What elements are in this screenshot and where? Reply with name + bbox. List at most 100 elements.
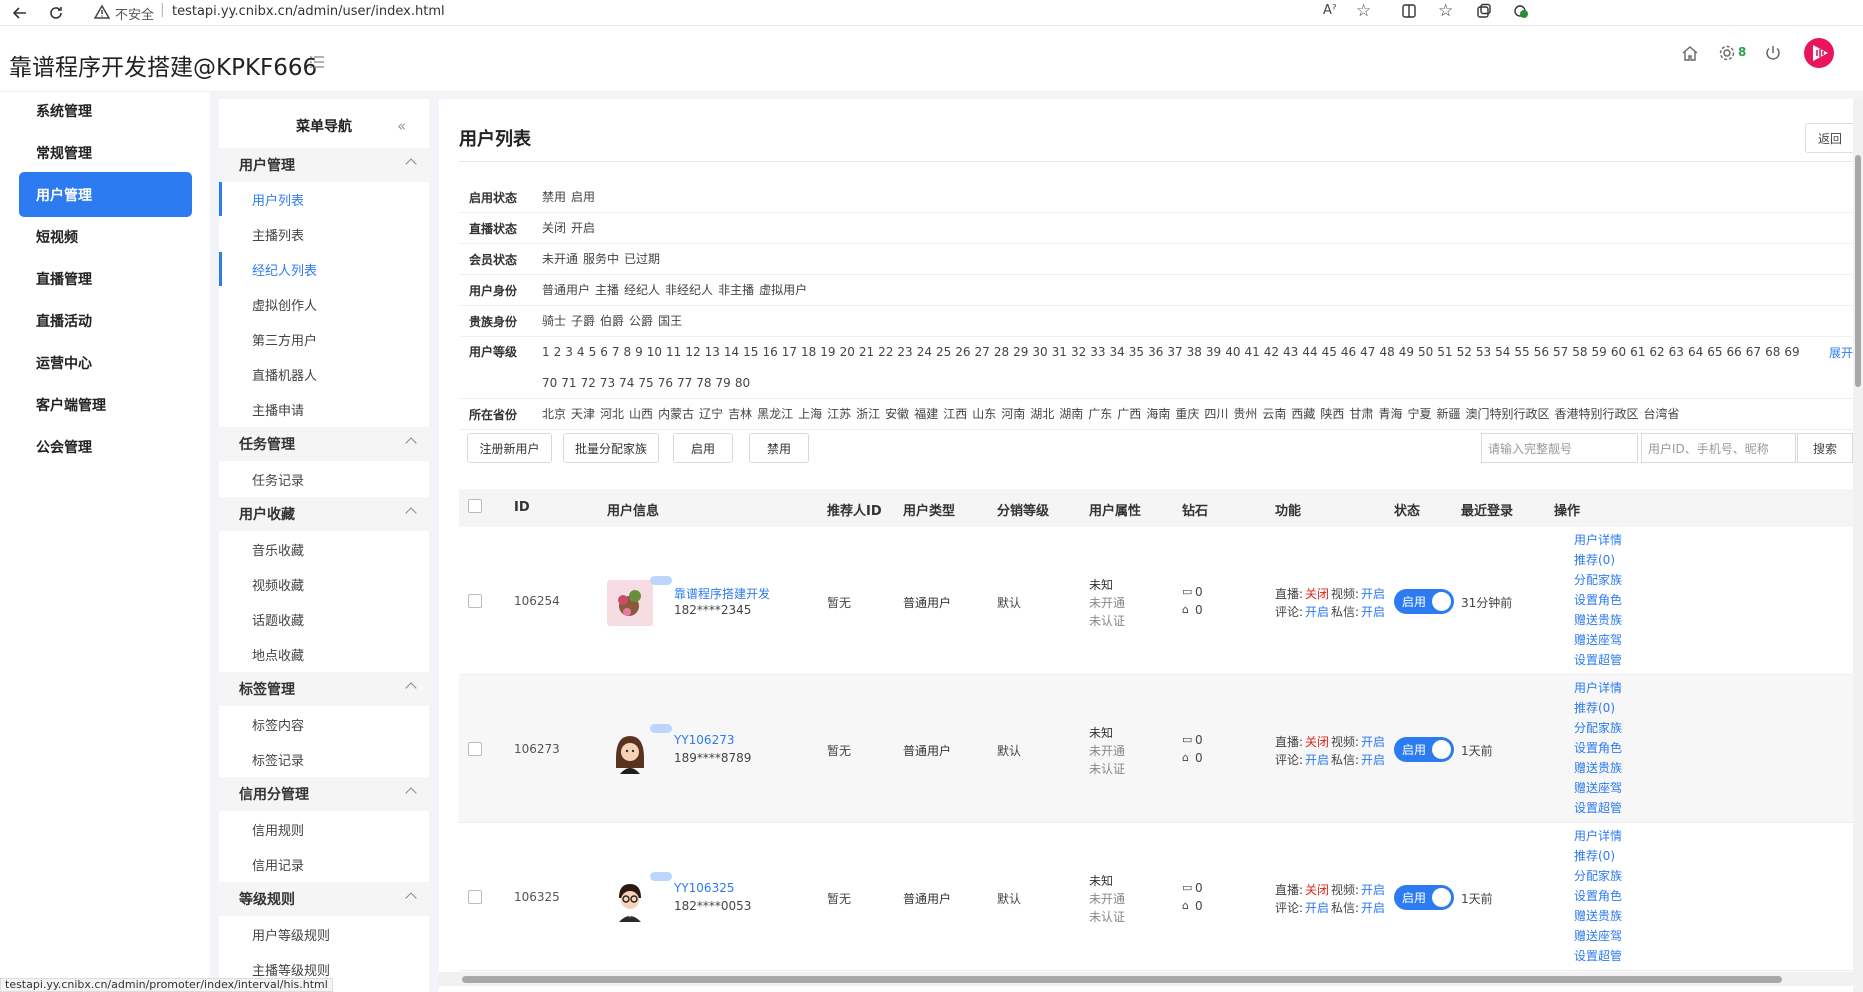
filter-option[interactable]: 公爵: [629, 306, 653, 337]
filter-option[interactable]: 主播: [595, 275, 619, 306]
filter-option[interactable]: 贵州: [1233, 399, 1257, 430]
filter-option[interactable]: 海南: [1146, 399, 1170, 430]
filter-option[interactable]: 13: [705, 337, 720, 368]
filter-option[interactable]: 37: [1167, 337, 1182, 368]
split-screen-icon[interactable]: [1401, 3, 1417, 23]
filter-option[interactable]: 50: [1418, 337, 1433, 368]
filter-option[interactable]: 广东: [1088, 399, 1112, 430]
filter-option[interactable]: 已过期: [624, 244, 660, 275]
op-set-super-admin[interactable]: 设置超管: [1574, 650, 1622, 670]
filter-option[interactable]: 江西: [943, 399, 967, 430]
op-set-role[interactable]: 设置角色: [1574, 738, 1622, 758]
row-checkbox[interactable]: [468, 742, 482, 756]
filter-option[interactable]: 66: [1727, 337, 1742, 368]
op-user-detail[interactable]: 用户详情: [1574, 530, 1622, 550]
account-search-input[interactable]: 请输入完整靓号: [1481, 433, 1638, 463]
filter-option[interactable]: 64: [1688, 337, 1703, 368]
filter-option[interactable]: 43: [1283, 337, 1298, 368]
submenu-item-third-party[interactable]: 第三方用户: [219, 322, 429, 356]
filter-option[interactable]: 伯爵: [600, 306, 624, 337]
op-gift-vehicle[interactable]: 赠送座驾: [1574, 630, 1622, 650]
vertical-scroll-thumb[interactable]: [1855, 155, 1861, 387]
live-toggle-link[interactable]: 关闭: [1305, 733, 1329, 750]
filter-option[interactable]: 33: [1090, 337, 1105, 368]
filter-option[interactable]: 云南: [1262, 399, 1286, 430]
filter-option[interactable]: 子爵: [571, 306, 595, 337]
filter-option[interactable]: 62: [1649, 337, 1664, 368]
filter-option[interactable]: 31: [1052, 337, 1067, 368]
filter-option[interactable]: 河北: [600, 399, 624, 430]
filter-option[interactable]: 58: [1572, 337, 1587, 368]
avatar[interactable]: [607, 728, 653, 774]
filter-option[interactable]: 21: [859, 337, 874, 368]
filter-option[interactable]: 禁用: [542, 182, 566, 213]
filter-option[interactable]: 69: [1784, 337, 1799, 368]
op-set-role[interactable]: 设置角色: [1574, 590, 1622, 610]
filter-option[interactable]: 骑士: [542, 306, 566, 337]
filter-option[interactable]: 71: [561, 368, 576, 399]
filter-option[interactable]: 20: [840, 337, 855, 368]
submenu-item-tag-content[interactable]: 标签内容: [219, 707, 429, 741]
submenu-item-music-fav[interactable]: 音乐收藏: [219, 532, 429, 566]
filter-option[interactable]: 15: [743, 337, 758, 368]
filter-option[interactable]: 57: [1553, 337, 1568, 368]
filter-option[interactable]: 63: [1669, 337, 1684, 368]
filter-option[interactable]: 天津: [571, 399, 595, 430]
disable-button[interactable]: 禁用: [749, 433, 809, 463]
filter-option[interactable]: 6: [600, 337, 608, 368]
op-referral[interactable]: 推荐(0): [1574, 846, 1622, 866]
filter-option[interactable]: 14: [724, 337, 739, 368]
submenu-item-anchor-list[interactable]: 主播列表: [219, 217, 429, 251]
power-icon[interactable]: [1764, 44, 1782, 66]
back-arrow-icon[interactable]: [10, 3, 30, 23]
submenu-item-place-fav[interactable]: 地点收藏: [219, 637, 429, 671]
filter-option[interactable]: 32: [1071, 337, 1086, 368]
filter-option[interactable]: 内蒙古: [658, 399, 694, 430]
filter-option[interactable]: 56: [1534, 337, 1549, 368]
filter-option[interactable]: 60: [1611, 337, 1626, 368]
nav-item-system[interactable]: 系统管理: [19, 88, 192, 133]
filter-option[interactable]: 非主播: [718, 275, 754, 306]
op-gift-vehicle[interactable]: 赠送座驾: [1574, 778, 1622, 798]
filter-option[interactable]: 虚拟用户: [759, 275, 807, 306]
filter-option[interactable]: 青海: [1378, 399, 1402, 430]
nav-item-operations[interactable]: 运营中心: [19, 340, 192, 385]
filter-option[interactable]: 34: [1110, 337, 1125, 368]
row-checkbox[interactable]: [468, 594, 482, 608]
submenu-item-user-level[interactable]: 用户等级规则: [219, 917, 429, 951]
filter-option[interactable]: 辽宁: [699, 399, 723, 430]
horizontal-scroll-thumb[interactable]: [462, 976, 1782, 983]
filter-option[interactable]: 41: [1244, 337, 1259, 368]
enable-button[interactable]: 启用: [673, 433, 733, 463]
filter-option[interactable]: 未开通: [542, 244, 578, 275]
user-nickname[interactable]: YY106325: [674, 881, 734, 895]
filter-option[interactable]: 上海: [798, 399, 822, 430]
filter-option[interactable]: 59: [1592, 337, 1607, 368]
filter-option[interactable]: 17: [782, 337, 797, 368]
filter-option[interactable]: 67: [1746, 337, 1761, 368]
filter-option[interactable]: 79: [716, 368, 731, 399]
filter-option[interactable]: 西藏: [1291, 399, 1315, 430]
submenu-group-tags[interactable]: 标签管理: [219, 672, 429, 706]
filter-option[interactable]: 68: [1765, 337, 1780, 368]
filter-option[interactable]: 广西: [1117, 399, 1141, 430]
filter-option[interactable]: 1: [542, 337, 550, 368]
submenu-item-topic-fav[interactable]: 话题收藏: [219, 602, 429, 636]
filter-option[interactable]: 51: [1437, 337, 1452, 368]
filter-option[interactable]: 山东: [972, 399, 996, 430]
op-user-detail[interactable]: 用户详情: [1574, 678, 1622, 698]
filter-option[interactable]: 四川: [1204, 399, 1228, 430]
filter-option[interactable]: 3: [565, 337, 573, 368]
filter-option[interactable]: 湖北: [1030, 399, 1054, 430]
filter-option[interactable]: 36: [1148, 337, 1163, 368]
filter-option[interactable]: 关闭: [542, 213, 566, 244]
select-all-checkbox[interactable]: [468, 499, 482, 513]
filter-option[interactable]: 25: [936, 337, 951, 368]
filter-option[interactable]: 宁夏: [1407, 399, 1431, 430]
nav-item-live-activity[interactable]: 直播活动: [19, 298, 192, 343]
status-toggle[interactable]: 启用: [1394, 737, 1454, 762]
op-referral[interactable]: 推荐(0): [1574, 550, 1622, 570]
filter-option[interactable]: 7: [612, 337, 620, 368]
filter-option[interactable]: 启用: [571, 182, 595, 213]
comment-toggle-link[interactable]: 开启: [1305, 899, 1329, 916]
